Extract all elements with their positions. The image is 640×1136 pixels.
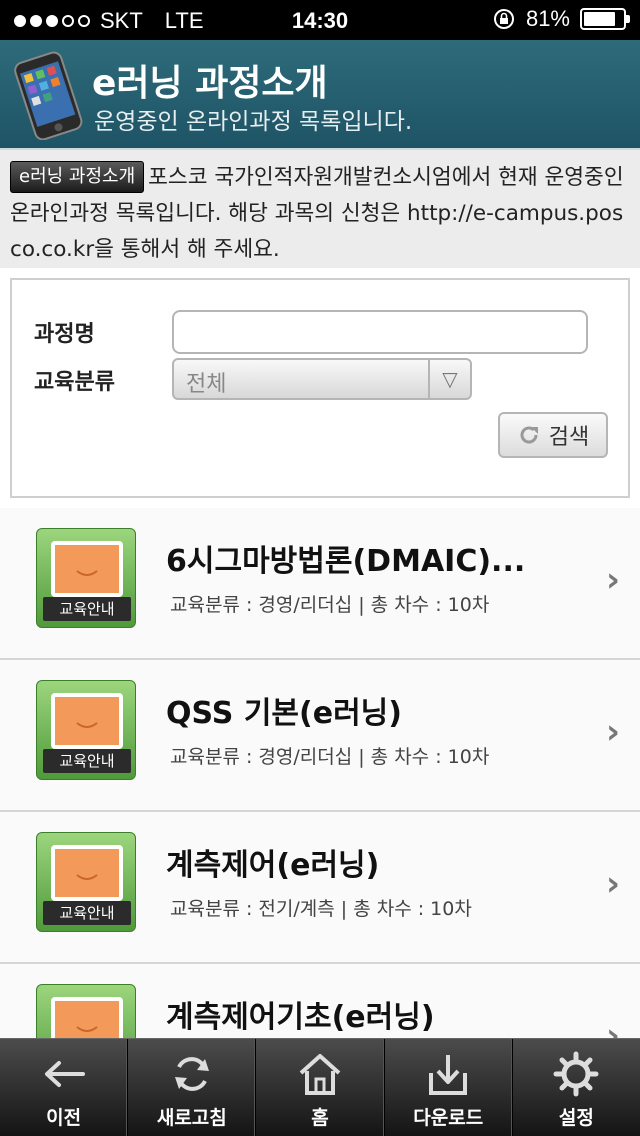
course-title: 6시그마방법론(DMAIC)... [166, 544, 526, 579]
bottom-tab-bar: 이전 새로고침 홈 다운로드 설정 [0, 1038, 640, 1136]
tab-home[interactable]: 홈 [256, 1039, 385, 1136]
list-item[interactable]: 교육안내 계측제어(e러닝) 교육분류 : 전기/계측 | 총 차수 : 10차… [0, 812, 640, 964]
tab-label: 이전 [46, 1107, 82, 1129]
tab-settings[interactable]: 설정 [513, 1039, 640, 1136]
thumb-label: 교육안내 [43, 749, 131, 773]
tab-label: 설정 [558, 1107, 594, 1129]
category-select[interactable]: 전체 ▽ [172, 358, 472, 400]
battery-icon [580, 8, 630, 30]
search-panel: 과정명 교육분류 전체 ▽ 검색 [10, 278, 630, 498]
tab-refresh[interactable]: 새로고침 [128, 1039, 257, 1136]
battery-fill [584, 12, 615, 26]
monitor-face-icon [51, 845, 123, 901]
page-title: e러닝 과정소개 [92, 63, 328, 104]
page-subtitle: 운영중인 온라인과정 목록입니다. [94, 109, 413, 135]
app-header: e러닝 과정소개 운영중인 온라인과정 목록입니다. [0, 40, 640, 150]
rotation-lock-icon [493, 9, 514, 29]
search-button[interactable]: 검색 [498, 412, 608, 458]
home-icon [299, 1054, 341, 1095]
gear-icon [553, 1051, 599, 1097]
thumb-label: 교육안내 [43, 901, 131, 925]
monitor-face-icon [51, 541, 123, 597]
course-thumbnail: 교육안내 [36, 680, 136, 780]
download-icon [429, 1055, 468, 1095]
course-name-input[interactable] [172, 310, 588, 354]
monitor-face-icon [51, 693, 123, 749]
status-right: 81% [492, 6, 630, 32]
search-button-label: 검색 [548, 425, 590, 450]
course-title: QSS 기본(e러닝) [166, 696, 402, 731]
course-title: 계측제어(e러닝) [166, 848, 380, 883]
back-arrow-icon [44, 1061, 85, 1087]
refresh-icon [520, 426, 538, 444]
course-meta: 교육분류 : 전기/계측 | 총 차수 : 10차 [170, 898, 472, 920]
course-name-label: 과정명 [34, 322, 95, 347]
course-title: 계측제어기초(e러닝) [166, 1000, 435, 1035]
refresh-icon [174, 1057, 209, 1091]
chevron-right-icon: › [605, 712, 620, 752]
smartphone-icon [14, 51, 83, 140]
battery-percent: 81% [525, 6, 570, 31]
tab-label: 새로고침 [156, 1107, 227, 1129]
chevron-right-icon: › [605, 560, 620, 600]
list-item[interactable]: 교육안내 6시그마방법론(DMAIC)... 교육분류 : 경영/리더십 | 총… [0, 508, 640, 660]
list-item[interactable]: 교육안내 QSS 기본(e러닝) 교육분류 : 경영/리더십 | 총 차수 : … [0, 660, 640, 812]
course-meta: 교육분류 : 경영/리더십 | 총 차수 : 10차 [170, 746, 490, 768]
status-bar: SKT LTE 14:30 81% [0, 0, 640, 40]
category-label: 교육분류 [34, 370, 115, 395]
intro-badge: e러닝 과정소개 [10, 161, 145, 193]
tab-download[interactable]: 다운로드 [385, 1039, 513, 1136]
tab-label: 홈 [311, 1107, 329, 1129]
chevron-right-icon: › [605, 864, 620, 904]
course-thumbnail: 교육안내 [36, 832, 136, 932]
tab-back[interactable]: 이전 [0, 1039, 129, 1136]
intro-box: e러닝 과정소개 포스코 국가인적자원개발컨소시엄에서 현재 운영중인 온라인과정… [0, 150, 640, 268]
chevron-down-icon: ▽ [428, 360, 470, 398]
course-meta: 교육분류 : 경영/리더십 | 총 차수 : 10차 [170, 594, 490, 616]
thumb-label: 교육안내 [43, 597, 131, 621]
category-selected-value: 전체 [186, 372, 227, 397]
tab-label: 다운로드 [413, 1107, 484, 1129]
course-list: 교육안내 6시그마방법론(DMAIC)... 교육분류 : 경영/리더십 | 총… [0, 508, 640, 1116]
course-thumbnail: 교육안내 [36, 528, 136, 628]
